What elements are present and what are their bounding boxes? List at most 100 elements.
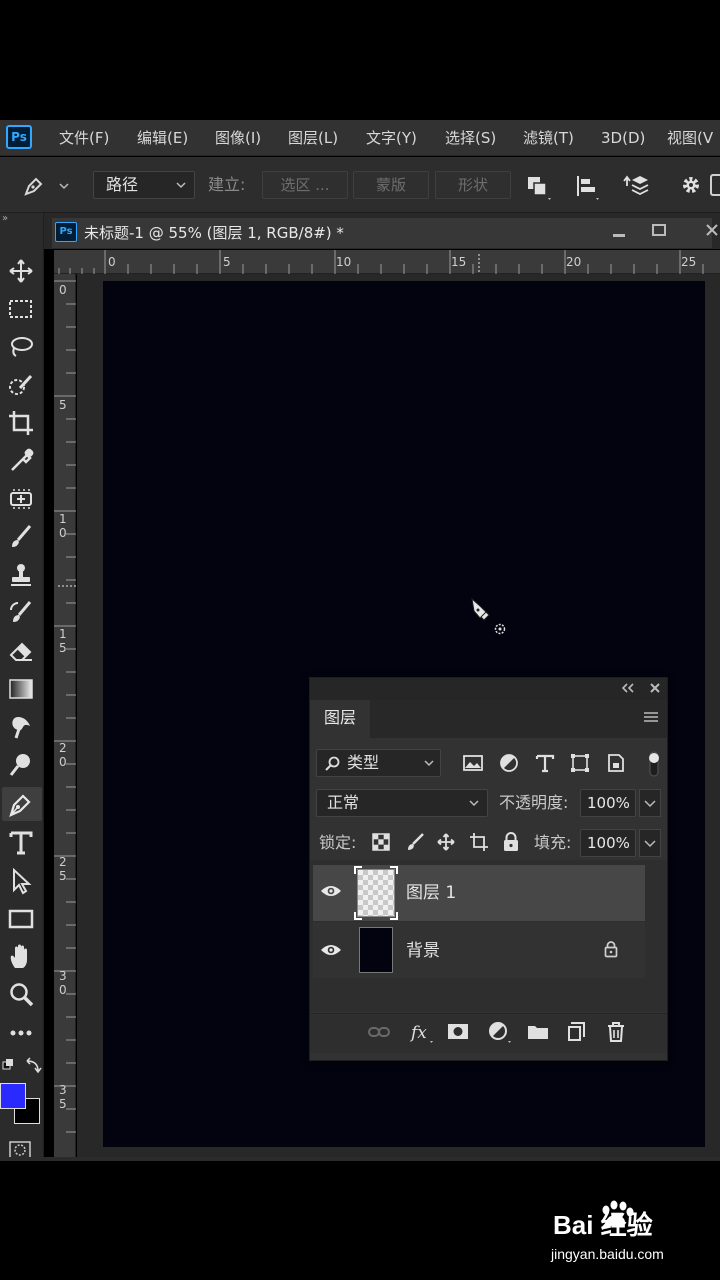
menu-select[interactable]: 选择(S) [445, 127, 496, 149]
history-brush-tool-icon[interactable] [6, 598, 36, 628]
menu-layer[interactable]: 图层(L) [288, 127, 338, 149]
trash-delete-layer-icon[interactable] [603, 1019, 629, 1045]
new-adjustment-layer-icon[interactable] [486, 1019, 512, 1045]
maximize-icon[interactable] [649, 222, 669, 240]
menu-view[interactable]: 视图(V [667, 127, 720, 149]
more-tools-icon[interactable] [6, 1018, 36, 1048]
filter-type-icon[interactable] [534, 752, 556, 774]
eraser-tool-icon[interactable] [6, 636, 36, 666]
layer-name: 背景 [406, 941, 440, 961]
add-mask-icon[interactable] [445, 1019, 471, 1045]
zoom-tool-icon[interactable] [6, 980, 36, 1010]
path-operations-icon[interactable] [524, 172, 554, 202]
eye-visibility-icon[interactable] [320, 942, 342, 958]
horizontal-ruler [54, 250, 720, 274]
svg-text:fx: fx [409, 1023, 427, 1043]
make-mask-button[interactable]: 蒙版 [353, 171, 429, 199]
gear-icon[interactable] [678, 172, 704, 200]
opacity-input[interactable]: 100% [580, 789, 636, 817]
close-document-icon[interactable] [703, 220, 720, 240]
link-layers-icon[interactable] [366, 1019, 392, 1045]
lasso-tool-icon[interactable] [6, 332, 36, 362]
layers-panel-header [310, 678, 667, 700]
filter-toggle-switch[interactable] [647, 750, 661, 778]
filter-smart-object-icon[interactable] [605, 752, 627, 774]
opacity-label: 不透明度: [499, 793, 569, 812]
foreground-color-swatch[interactable] [0, 1083, 26, 1109]
fill-slider-toggle[interactable] [639, 829, 661, 857]
lock-icon [604, 941, 618, 958]
ruler-h-label: 25 [681, 255, 697, 269]
make-shape-button[interactable]: 形状 [435, 171, 511, 199]
selected-thumbnail-frame-icon [354, 866, 398, 920]
new-group-folder-icon[interactable] [525, 1019, 551, 1045]
quick-selection-tool-icon[interactable] [6, 370, 36, 400]
healing-brush-tool-icon[interactable] [6, 484, 36, 514]
eyedropper-tool-icon[interactable] [6, 446, 36, 476]
brush-tool-icon[interactable] [6, 522, 36, 552]
lock-image-pixels-icon[interactable] [405, 832, 425, 852]
chevron-down-icon [469, 800, 479, 807]
pen-tool-preset-icon[interactable] [22, 174, 70, 198]
move-tool-icon[interactable] [6, 256, 36, 286]
ruler-v-label: 15 [59, 627, 67, 655]
layer-row-layer1[interactable]: 图层 1 [313, 865, 645, 921]
lock-artboard-icon[interactable] [469, 832, 489, 852]
lock-position-icon[interactable] [436, 832, 456, 852]
collapse-panel-icon[interactable] [620, 682, 636, 694]
smudge-tool-icon[interactable] [6, 712, 36, 742]
background-thumbnail [359, 927, 393, 973]
crop-tool-icon[interactable] [6, 408, 36, 438]
path-selection-tool-icon[interactable] [6, 866, 36, 896]
make-selection-button[interactable]: 选区 ... [262, 171, 348, 199]
menu-image[interactable]: 图像(I) [215, 127, 261, 149]
tab-layers[interactable]: 图层 [310, 700, 370, 738]
type-tool-icon[interactable] [6, 828, 36, 858]
filter-shape-icon[interactable] [569, 752, 591, 774]
dodge-tool-icon[interactable] [6, 750, 36, 780]
layer-filter-value: 类型 [347, 753, 380, 772]
panel-toggle-icon[interactable] [710, 174, 720, 196]
lock-transparent-pixels-icon[interactable] [371, 832, 391, 852]
menu-filter[interactable]: 滤镜(T) [523, 127, 574, 149]
clone-stamp-tool-icon[interactable] [6, 560, 36, 590]
opacity-slider-toggle[interactable] [639, 789, 661, 817]
new-layer-icon[interactable] [564, 1019, 590, 1045]
filter-pixel-icon[interactable] [462, 752, 484, 774]
blend-mode-select[interactable]: 正常 [316, 789, 488, 817]
rectangle-tool-icon[interactable] [6, 904, 36, 934]
path-alignment-icon[interactable] [572, 172, 602, 202]
quick-mask-icon[interactable] [8, 1140, 32, 1158]
layer-name: 图层 1 [406, 883, 457, 903]
chevron-down-icon [644, 800, 656, 808]
layer-row-background[interactable]: 背景 [313, 922, 645, 978]
chevron-down-icon [176, 182, 186, 189]
marquee-tool-icon[interactable] [6, 294, 36, 324]
eye-visibility-icon[interactable] [320, 883, 342, 899]
fill-input[interactable]: 100% [580, 829, 636, 857]
close-panel-icon[interactable] [648, 681, 662, 695]
chevron-down-icon [644, 840, 656, 848]
ruler-v-label: 25 [59, 855, 67, 883]
gradient-tool-icon[interactable] [6, 674, 36, 704]
panel-menu-icon[interactable] [642, 710, 660, 724]
lock-label: 锁定: [319, 833, 357, 852]
path-arrangement-icon[interactable] [620, 172, 652, 202]
menu-edit[interactable]: 编辑(E) [137, 127, 188, 149]
blend-mode-value: 正常 [327, 793, 360, 812]
expand-toolbar-icon[interactable]: » [2, 214, 8, 224]
document-title: 未标题-1 @ 55% (图层 1, RGB/8#) * [84, 224, 344, 242]
menu-type[interactable]: 文字(Y) [366, 127, 417, 149]
search-icon [325, 756, 340, 771]
fx-layer-style-icon[interactable]: fx [408, 1019, 434, 1045]
menu-file[interactable]: 文件(F) [59, 127, 109, 149]
hand-tool-icon[interactable] [6, 942, 36, 972]
filter-adjustment-icon[interactable] [498, 752, 520, 774]
pen-mode-select[interactable]: 路径 [93, 171, 195, 199]
ruler-h-label: 10 [336, 255, 352, 269]
menu-3d[interactable]: 3D(D) [601, 127, 645, 149]
minimize-icon[interactable] [609, 224, 629, 242]
pen-tool-icon[interactable] [6, 789, 36, 819]
lock-all-icon[interactable] [501, 831, 521, 853]
swap-colors-icon[interactable] [2, 1056, 42, 1076]
